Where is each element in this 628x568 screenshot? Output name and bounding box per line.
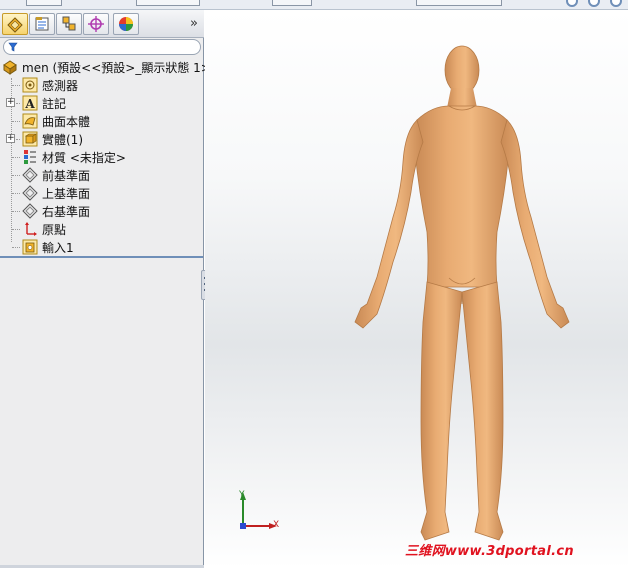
site-watermark: 三维网www.3dportal.cn	[405, 544, 574, 559]
svg-text:A: A	[24, 97, 35, 111]
dimxpert-tab[interactable]	[83, 13, 109, 35]
root-label: men (預設<<預設>_顯示狀態 1>	[22, 60, 211, 75]
tree-item-annotations[interactable]: + A 註記	[0, 94, 204, 112]
tree-item-label: 原點	[42, 222, 67, 237]
configuration-manager-tab[interactable]	[56, 13, 82, 35]
tree-item-label: 前基準面	[42, 168, 91, 183]
command-tab[interactable]	[26, 0, 62, 6]
zoom-to-area-icon[interactable]	[588, 0, 600, 7]
triad-x-label: X	[273, 520, 280, 530]
tree-item-solid-bodies[interactable]: + 實體(1)	[0, 130, 204, 148]
tree-item-label: 實體(1)	[42, 132, 83, 147]
tree-item-label: 註記	[42, 96, 67, 111]
property-manager-tab[interactable]	[29, 13, 55, 35]
dimxpert-icon	[88, 16, 104, 32]
feature-tree-filter[interactable]	[3, 39, 201, 55]
previous-view-icon[interactable]	[610, 0, 622, 7]
sensor-icon	[22, 77, 38, 93]
tree-item-label: 輸入1	[42, 240, 74, 255]
import-feature-icon	[22, 239, 38, 255]
property-manager-icon	[35, 17, 49, 31]
tree-item-sensors[interactable]: 感測器	[0, 76, 204, 94]
view-orientation-triad: Y X	[235, 486, 285, 536]
material-icon	[24, 150, 36, 164]
command-tab[interactable]	[136, 0, 200, 6]
feature-manager-tab[interactable]	[2, 13, 28, 35]
tree-item-top-plane[interactable]: 上基準面	[0, 184, 204, 202]
tree-item-label: 右基準面	[42, 204, 91, 219]
command-tab[interactable]	[272, 0, 312, 6]
feature-manager-icon	[7, 17, 23, 33]
triad-y-label: Y	[239, 490, 245, 500]
annotation-icon: A	[22, 95, 38, 111]
tree-item-label: 曲面本體	[42, 114, 91, 129]
tree-bottom-separator	[0, 256, 203, 258]
solid-body-icon	[22, 131, 38, 147]
feature-manager-panel: » men (預設<<預設>_顯示狀態 1> 感測器 + A 註記 曲面本體 +…	[0, 10, 211, 568]
tree-item-origin[interactable]: 原點	[0, 220, 204, 238]
configuration-manager-icon	[62, 16, 76, 31]
part-icon	[3, 60, 17, 75]
tree-item-import1[interactable]: 輸入1	[0, 238, 204, 256]
tree-item-surface-bodies[interactable]: 曲面本體	[0, 112, 204, 130]
plane-icon	[22, 203, 38, 219]
expand-icon[interactable]: +	[6, 98, 15, 107]
command-tab[interactable]	[416, 0, 502, 6]
tree-item-label: 材質 <未指定>	[42, 150, 126, 165]
expand-icon[interactable]: +	[6, 134, 15, 143]
funnel-icon	[8, 42, 18, 52]
manager-tabs: »	[0, 10, 204, 38]
feature-tree-root[interactable]: men (預設<<預設>_顯示狀態 1>	[0, 58, 211, 76]
more-tabs-button[interactable]: »	[190, 16, 198, 31]
command-manager-strip	[0, 0, 628, 10]
tree-item-right-plane[interactable]: 右基準面	[0, 202, 204, 220]
display-manager-icon	[119, 17, 133, 31]
plane-icon	[22, 167, 38, 183]
tree-item-material[interactable]: 材質 <未指定>	[0, 148, 204, 166]
tree-item-label: 上基準面	[42, 186, 91, 201]
origin-icon	[25, 222, 37, 236]
surface-body-icon	[22, 113, 38, 129]
human-model[interactable]	[337, 42, 587, 552]
tree-item-front-plane[interactable]: 前基準面	[0, 166, 204, 184]
tree-item-label: 感測器	[42, 78, 79, 93]
graphics-viewport[interactable]: Y X 三维网www.3dportal.cn	[205, 10, 628, 568]
zoom-to-fit-icon[interactable]	[566, 0, 578, 7]
display-manager-tab[interactable]	[113, 13, 139, 35]
plane-icon	[22, 185, 38, 201]
